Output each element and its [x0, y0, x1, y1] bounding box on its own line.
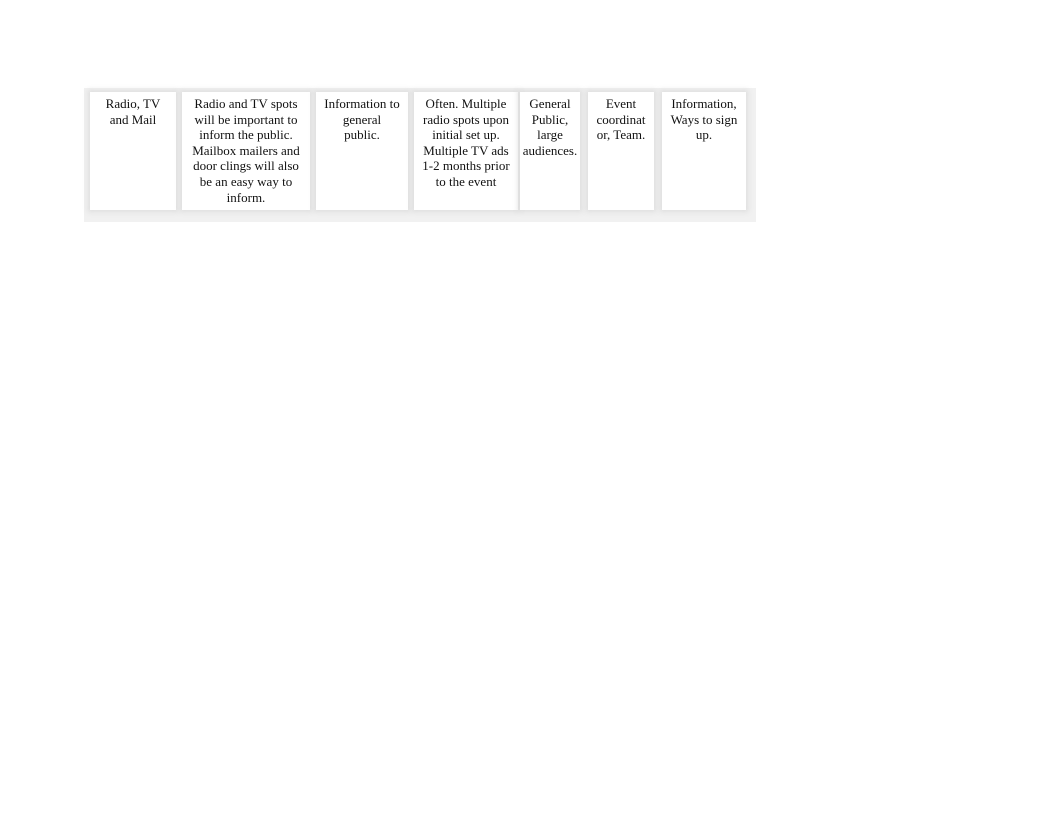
cell-text-line: Information, — [671, 96, 737, 111]
cell-text-line: Public, — [531, 111, 569, 127]
cell-text-line: General — [529, 96, 571, 111]
cell-text-line: will be important to — [194, 111, 298, 127]
table-cell-message: Information to general public. — [316, 92, 408, 210]
cell-text-line: Event — [605, 96, 637, 111]
cell-text-line: inform. — [226, 189, 266, 205]
cell-text-line: public. — [344, 127, 380, 143]
communication-plan-table: Radio, TV and Mail Radio and TV spots wi… — [84, 88, 756, 222]
cell-text-line: Radio and TV spots — [194, 96, 298, 111]
cell-text-line: be an easy way to — [199, 173, 293, 189]
table-cell-channel: Radio, TV and Mail — [90, 92, 176, 210]
cell-text-line: Mailbox mailers and — [192, 142, 300, 158]
cell-text-line: 1-2 months prior — [422, 158, 510, 174]
table-cell-audience: General Public, large audiences. — [520, 92, 580, 210]
cell-text-line: coordinat — [596, 111, 646, 127]
table-cell-frequency: Often. Multiple radio spots upon initial… — [414, 92, 518, 210]
cell-text-line: door clings will also — [193, 158, 299, 174]
cell-text-line: or, Team. — [596, 127, 646, 143]
table-row: Radio, TV and Mail Radio and TV spots wi… — [84, 88, 756, 222]
document-page: Radio, TV and Mail Radio and TV spots wi… — [0, 0, 1062, 822]
table-cell-owner: Event coordinat or, Team. — [588, 92, 654, 210]
cell-text-line: initial set up. — [432, 127, 500, 143]
cell-text-line: Ways to sign — [670, 111, 738, 127]
table-cell-content: Information, Ways to sign up. — [662, 92, 746, 210]
cell-text-line: large — [537, 127, 563, 143]
cell-text-line: Radio, TV — [105, 96, 161, 111]
cell-text-line: audiences. — [522, 142, 578, 158]
table-cell-description: Radio and TV spots will be important to … — [182, 92, 310, 210]
cell-text-line: and Mail — [109, 111, 157, 127]
cell-text-line: to the event — [435, 173, 497, 189]
cell-text-line: up. — [695, 127, 713, 143]
cell-text-line: Information to — [324, 96, 400, 111]
cell-text-line: general — [342, 111, 382, 127]
cell-text-line: inform the public. — [199, 127, 293, 143]
cell-text-line: Multiple TV ads — [423, 142, 509, 158]
cell-text-line: radio spots upon — [423, 111, 509, 127]
cell-text-line: Often. Multiple — [425, 96, 507, 111]
